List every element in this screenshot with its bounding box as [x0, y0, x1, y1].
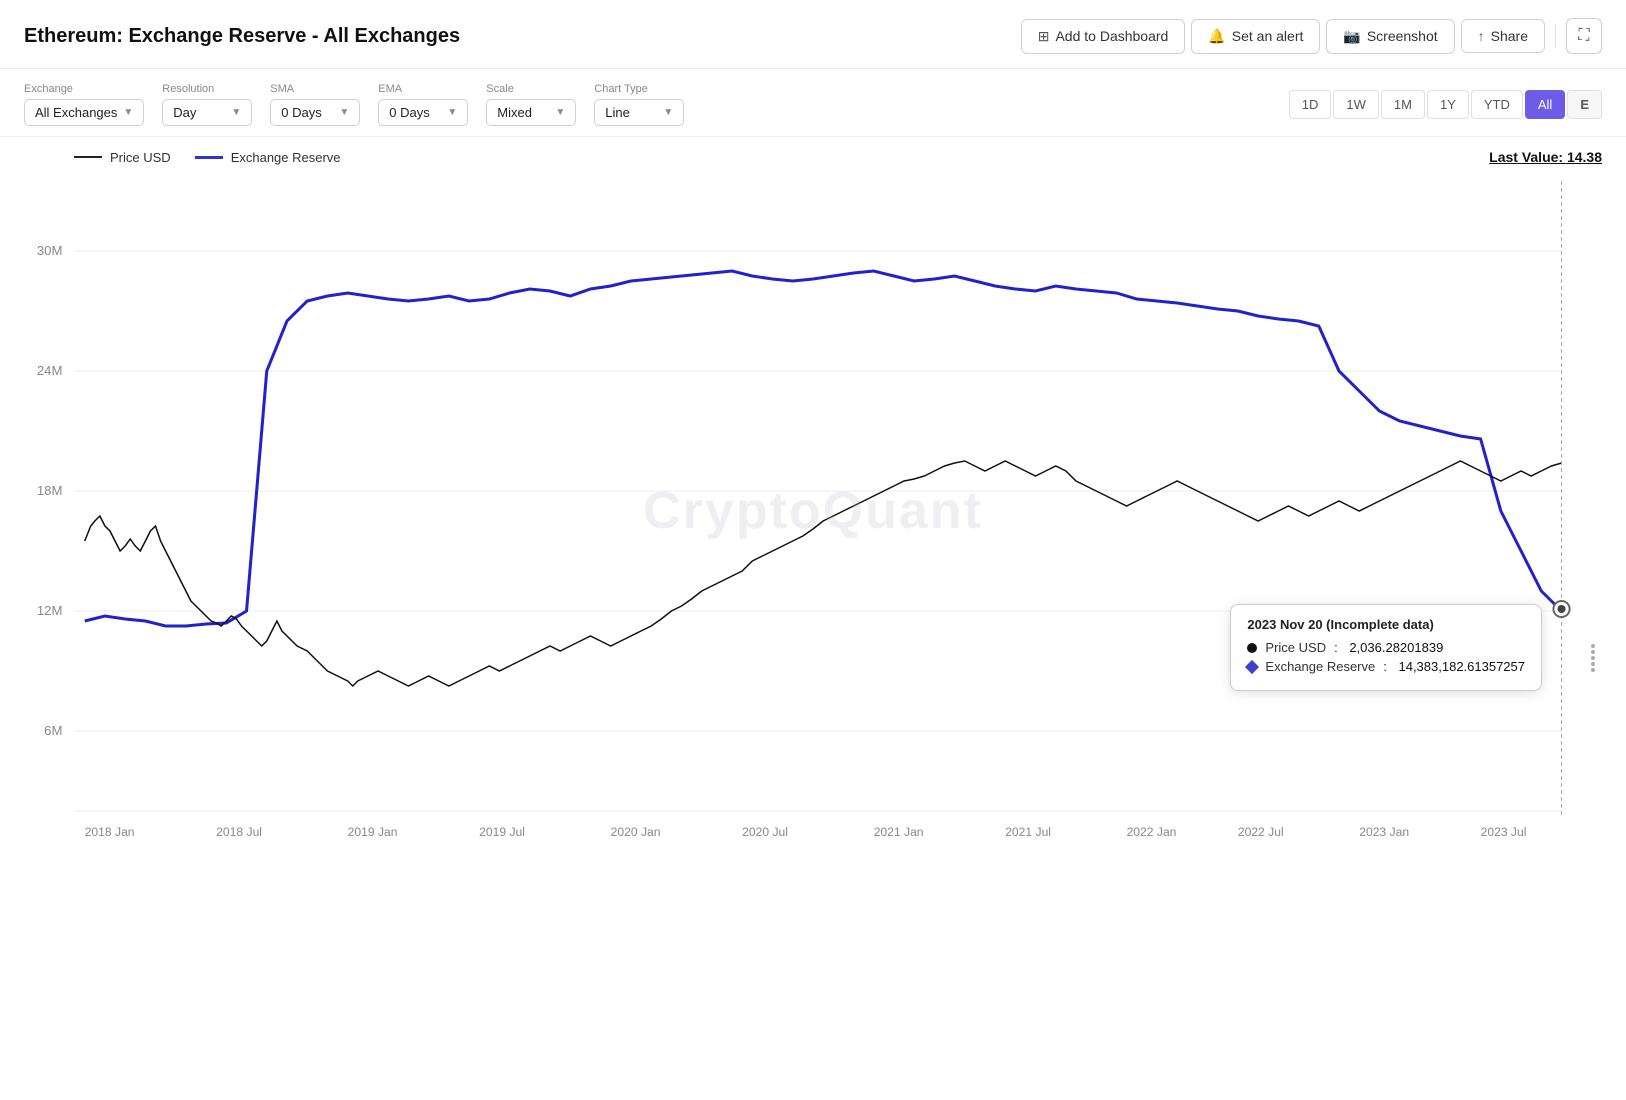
ema-control: EMA 0 Days ▼: [378, 83, 468, 126]
tooltip-date: 2023 Nov 20 (Incomplete data): [1247, 617, 1525, 632]
chart-legend: Price USD Exchange Reserve Last Value: 1…: [24, 137, 1602, 171]
legend-price-line: [74, 156, 102, 158]
controls-left: Exchange All Exchanges ▼ Resolution Day …: [24, 83, 684, 126]
resolution-arrow-icon: ▼: [231, 107, 241, 118]
legend-items: Price USD Exchange Reserve: [74, 150, 341, 165]
sma-select[interactable]: 0 Days ▼: [270, 99, 360, 126]
legend-reserve: Exchange Reserve: [195, 150, 341, 165]
share-icon: ↑: [1478, 28, 1485, 44]
scroll-dot: [1591, 650, 1595, 654]
chart-inner[interactable]: CryptoQuant 30M 24M 18M 12M 6M 2018 Jan …: [24, 171, 1602, 851]
time-btn-1y[interactable]: 1Y: [1427, 90, 1469, 119]
fullscreen-icon: ⛶: [1578, 27, 1589, 45]
chart-container: Price USD Exchange Reserve Last Value: 1…: [0, 137, 1626, 957]
bell-icon: 🔔: [1208, 28, 1225, 45]
controls-bar: Exchange All Exchanges ▼ Resolution Day …: [0, 69, 1626, 137]
ema-select[interactable]: 0 Days ▼: [378, 99, 468, 126]
tooltip-reserve-icon: [1245, 659, 1259, 673]
legend-price: Price USD: [74, 150, 171, 165]
chart-type-control: Chart Type Line ▼: [594, 83, 684, 126]
svg-text:2018 Jan: 2018 Jan: [85, 825, 135, 839]
exchange-control: Exchange All Exchanges ▼: [24, 83, 144, 126]
svg-text:6M: 6M: [44, 723, 62, 738]
camera-icon: 📷: [1343, 28, 1360, 45]
screenshot-button[interactable]: 📷 Screenshot: [1326, 19, 1454, 54]
chart-type-arrow-icon: ▼: [663, 107, 673, 118]
svg-text:18M: 18M: [37, 483, 63, 498]
scroll-dot: [1591, 644, 1595, 648]
scale-select[interactable]: Mixed ▼: [486, 99, 576, 126]
time-controls: 1D 1W 1M 1Y YTD All E: [1289, 90, 1602, 119]
tooltip-reserve-row: Exchange Reserve : 14,383,182.61357257: [1247, 659, 1525, 674]
time-btn-1w[interactable]: 1W: [1333, 90, 1379, 119]
page-header: Ethereum: Exchange Reserve - All Exchang…: [0, 0, 1626, 69]
set-alert-button[interactable]: 🔔 Set an alert: [1191, 19, 1320, 54]
svg-text:2021 Jul: 2021 Jul: [1005, 825, 1051, 839]
legend-reserve-line: [195, 156, 223, 159]
svg-text:2019 Jul: 2019 Jul: [479, 825, 525, 839]
svg-text:2023 Jan: 2023 Jan: [1359, 825, 1409, 839]
scroll-dot: [1591, 656, 1595, 660]
header-divider: [1555, 24, 1556, 48]
svg-text:2023 Jul: 2023 Jul: [1481, 825, 1527, 839]
tooltip-price-icon: [1247, 643, 1257, 653]
svg-text:2019 Jan: 2019 Jan: [348, 825, 398, 839]
scale-arrow-icon: ▼: [555, 107, 565, 118]
page-title: Ethereum: Exchange Reserve - All Exchang…: [24, 25, 460, 48]
add-to-dashboard-button[interactable]: ⊞ Add to Dashboard: [1021, 19, 1186, 54]
scale-control: Scale Mixed ▼: [486, 83, 576, 126]
chart-svg: 30M 24M 18M 12M 6M 2018 Jan 2018 Jul 201…: [24, 171, 1602, 851]
chart-type-select[interactable]: Line ▼: [594, 99, 684, 126]
svg-text:2021 Jan: 2021 Jan: [874, 825, 924, 839]
svg-text:2018 Jul: 2018 Jul: [216, 825, 262, 839]
chart-tooltip: 2023 Nov 20 (Incomplete data) Price USD …: [1230, 604, 1542, 691]
scroll-dot: [1591, 668, 1595, 672]
svg-text:2022 Jul: 2022 Jul: [1238, 825, 1284, 839]
exchange-arrow-icon: ▼: [123, 107, 133, 118]
last-value: Last Value: 14.38: [1489, 149, 1602, 165]
share-button[interactable]: ↑ Share: [1461, 19, 1545, 53]
sma-control: SMA 0 Days ▼: [270, 83, 360, 126]
svg-text:12M: 12M: [37, 603, 63, 618]
svg-text:2020 Jul: 2020 Jul: [742, 825, 788, 839]
time-btn-1d[interactable]: 1D: [1289, 90, 1332, 119]
svg-text:2022 Jan: 2022 Jan: [1127, 825, 1177, 839]
resolution-select[interactable]: Day ▼: [162, 99, 252, 126]
tooltip-price-row: Price USD : 2,036.28201839: [1247, 640, 1525, 655]
exchange-select[interactable]: All Exchanges ▼: [24, 99, 144, 126]
dashboard-icon: ⊞: [1038, 28, 1050, 45]
time-btn-edge[interactable]: E: [1567, 90, 1602, 119]
time-btn-all[interactable]: All: [1525, 90, 1565, 119]
time-btn-ytd[interactable]: YTD: [1471, 90, 1523, 119]
svg-text:30M: 30M: [37, 243, 63, 258]
fullscreen-button[interactable]: ⛶: [1566, 18, 1602, 54]
sma-arrow-icon: ▼: [339, 107, 349, 118]
scroll-dot: [1591, 662, 1595, 666]
svg-text:24M: 24M: [37, 363, 63, 378]
header-actions: ⊞ Add to Dashboard 🔔 Set an alert 📷 Scre…: [1021, 18, 1602, 54]
resolution-control: Resolution Day ▼: [162, 83, 252, 126]
time-btn-1m[interactable]: 1M: [1381, 90, 1425, 119]
svg-text:2020 Jan: 2020 Jan: [611, 825, 661, 839]
right-scrollbar[interactable]: [1584, 171, 1602, 851]
ema-arrow-icon: ▼: [447, 107, 457, 118]
